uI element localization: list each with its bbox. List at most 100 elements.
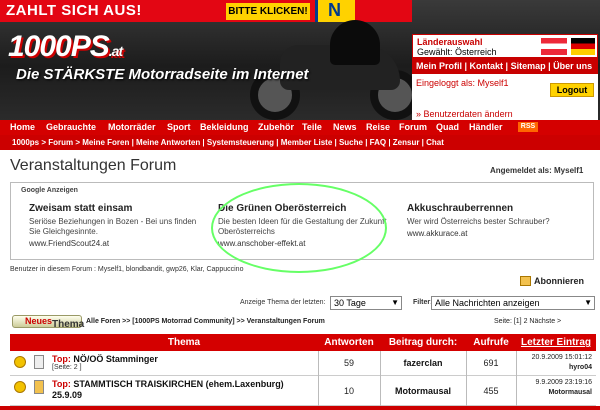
ad-brand-logo[interactable]: N — [315, 0, 355, 22]
timeframe-value: 30 Tage — [334, 298, 366, 308]
logo-suffix: .at — [108, 43, 123, 59]
col-thema[interactable]: Thema — [50, 337, 318, 348]
ad-title[interactable]: Zweisam statt einsam — [29, 203, 209, 214]
last-entry-user[interactable]: hyro04 — [518, 363, 592, 373]
col-letzter-eintrag[interactable]: Letzter Eintrag — [516, 337, 596, 348]
topic-hand-icon — [34, 380, 44, 394]
ad-banner-text[interactable]: ZAHLT SICH AUS! — [6, 2, 142, 19]
ad-item[interactable]: Zweisam statt einsam Seriöse Beziehungen… — [29, 203, 209, 248]
login-box: Eingeloggt als: Myself1 Logout » Benutze… — [412, 74, 598, 120]
forum-users-line: Benutzer in diesem Forum : Myself1, blon… — [10, 266, 244, 273]
ad-brand-letter: N — [328, 0, 341, 20]
new-topic-thema: Thema — [52, 319, 85, 330]
nav-zubehoer[interactable]: Zubehör — [258, 122, 294, 132]
topic-prefix: Top: — [52, 379, 71, 389]
last-entry-date: 20.9.2009 15:01:12 — [531, 354, 592, 361]
logout-button[interactable]: Logout — [550, 83, 594, 97]
ad-item[interactable]: Akkuschrauberrennen Wer wird Österreichs… — [407, 203, 587, 238]
breadcrumb[interactable]: Alle Foren >> [1000PS Motorrad Community… — [86, 318, 325, 325]
page-title: Veranstaltungen Forum — [10, 157, 177, 174]
topic-text[interactable]: NÖ/OÖ Stamminger — [73, 354, 158, 364]
subscribe-icon[interactable] — [520, 276, 531, 286]
chevron-down-icon: ▼ — [584, 298, 592, 307]
column-divider — [318, 351, 319, 410]
new-topic-button[interactable]: Neues Thema — [12, 315, 85, 330]
ad-banner[interactable]: ZAHLT SICH AUS! BITTE KLICKEN! N — [0, 0, 412, 22]
topic-last-entry: 20.9.2009 15:01:12 hyro04 — [518, 353, 596, 373]
nav-teile[interactable]: Teile — [302, 122, 322, 132]
last-entry-user[interactable]: Motormausal — [518, 388, 592, 398]
nav-motorraeder[interactable]: Motorräder — [108, 122, 156, 132]
rss-icon[interactable]: RSS — [518, 122, 538, 132]
change-user-data-link[interactable]: » Benutzerdaten ändern — [416, 109, 513, 119]
signed-in-label: Angemeldet als: Myself1 — [490, 166, 584, 175]
nav-gebrauchte[interactable]: Gebrauchte — [46, 122, 96, 132]
topic-text[interactable]: STAMMTISCH TRAISKIRCHEN (ehem.Laxenburg)… — [52, 379, 284, 400]
timeframe-select[interactable]: 30 Tage ▼ — [330, 296, 402, 310]
pagination[interactable]: Seite: [1] 2 Nächste > — [494, 318, 561, 325]
nav-news[interactable]: News — [333, 122, 357, 132]
topic-title[interactable]: Top: STAMMTISCH TRAISKIRCHEN (ehem.Laxen… — [52, 379, 312, 401]
ad-url[interactable]: www.akkurace.at — [407, 229, 587, 238]
table-row[interactable]: Top: STAMMTISCH TRAISKIRCHEN (ehem.Laxen… — [10, 376, 596, 406]
col-beitrag[interactable]: Beitrag durch: — [380, 337, 466, 348]
slogan: Die STÄRKSTE Motorradseite im Internet — [16, 66, 309, 83]
topic-replies: 59 — [343, 358, 354, 368]
main-nav: Home Gebrauchte Motorräder Sport Bekleid… — [0, 120, 600, 135]
filter-select[interactable]: Alle Nachrichten anzeigen ▼ — [431, 296, 595, 310]
country-selector[interactable]: Länderauswahl Gewählt: Österreich — [412, 34, 598, 58]
nav-haendler[interactable]: Händler — [469, 122, 503, 132]
column-divider — [516, 351, 517, 410]
link-ueber-uns[interactable]: Über uns — [553, 61, 592, 71]
nav-quad[interactable]: Quad — [436, 122, 459, 132]
logo-text[interactable]: 1000PS.at — [8, 30, 123, 63]
flag-austria-icon[interactable] — [541, 38, 567, 55]
topic-status-icon — [14, 356, 26, 368]
nav-home[interactable]: Home — [10, 122, 35, 132]
new-topic-new: Neues — [25, 316, 53, 326]
nav-bekleidung[interactable]: Bekleidung — [200, 122, 249, 132]
rider — [330, 20, 380, 65]
table-row[interactable]: Top: NÖ/OÖ Stamminger [Seite: 2 ] 59 faz… — [10, 351, 596, 376]
column-divider — [380, 351, 381, 410]
topic-replies: 10 — [343, 386, 354, 396]
google-ads-box: Google Anzeigen Zweisam statt einsam Ser… — [10, 182, 594, 273]
nav-reise[interactable]: Reise — [366, 122, 390, 132]
col-aufrufe[interactable]: Aufrufe — [466, 337, 516, 348]
table-header: Thema Antworten Beitrag durch: Aufrufe L… — [10, 334, 596, 351]
topic-author[interactable]: fazerclan — [380, 358, 466, 368]
filter-label: Filter: — [413, 299, 433, 306]
topic-author[interactable]: Motormausal — [380, 386, 466, 396]
sub-nav[interactable]: 1000ps > Forum > Meine Foren | Meine Ant… — [0, 135, 600, 150]
ad-banner-button[interactable]: BITTE KLICKEN! — [226, 3, 310, 20]
col-antworten[interactable]: Antworten — [318, 337, 380, 348]
topic-status-icon — [14, 381, 26, 393]
user-links: Mein Profil | Kontakt | Sitemap | Über u… — [416, 61, 593, 71]
ad-description: Wer wird Österreichs bester Schrauber? — [407, 217, 550, 226]
link-sitemap[interactable]: Sitemap — [511, 61, 546, 71]
ad-description: Seriöse Beziehungen in Bozen - Bei uns f… — [29, 217, 197, 236]
topic-last-entry: 9.9.2009 23:19:16 Motormausal — [518, 378, 596, 398]
subscribe-link[interactable]: Abonnieren — [534, 276, 584, 286]
topics-table: Thema Antworten Beitrag durch: Aufrufe L… — [10, 334, 596, 410]
bottom-bar — [0, 406, 600, 410]
topic-doc-icon — [34, 355, 44, 369]
topic-prefix: Top: — [52, 354, 71, 364]
link-kontakt[interactable]: Kontakt — [470, 61, 504, 71]
site-logo[interactable]: 1000PS.at — [8, 30, 168, 66]
link-mein-profil[interactable]: Mein Profil — [416, 61, 462, 71]
filter-value: Alle Nachrichten anzeigen — [435, 298, 540, 308]
last-entry-date: 9.9.2009 23:19:16 — [535, 379, 592, 386]
page: ZAHLT SICH AUS! BITTE KLICKEN! N 1000PS.… — [0, 0, 600, 410]
ad-url[interactable]: www.FriendScout24.at — [29, 239, 209, 248]
flag-germany-icon[interactable] — [571, 38, 595, 55]
ad-title[interactable]: Akkuschrauberrennen — [407, 203, 587, 214]
nav-forum[interactable]: Forum — [399, 122, 427, 132]
logo-main: 1000PS — [8, 30, 110, 63]
country-label: Länderauswahl — [417, 37, 483, 47]
column-divider — [466, 351, 467, 410]
nav-sport[interactable]: Sport — [167, 122, 191, 132]
topic-pages[interactable]: [Seite: 2 ] — [52, 364, 82, 371]
topic-views: 691 — [483, 358, 499, 368]
topic-title[interactable]: Top: NÖ/OÖ Stamminger — [52, 354, 158, 364]
